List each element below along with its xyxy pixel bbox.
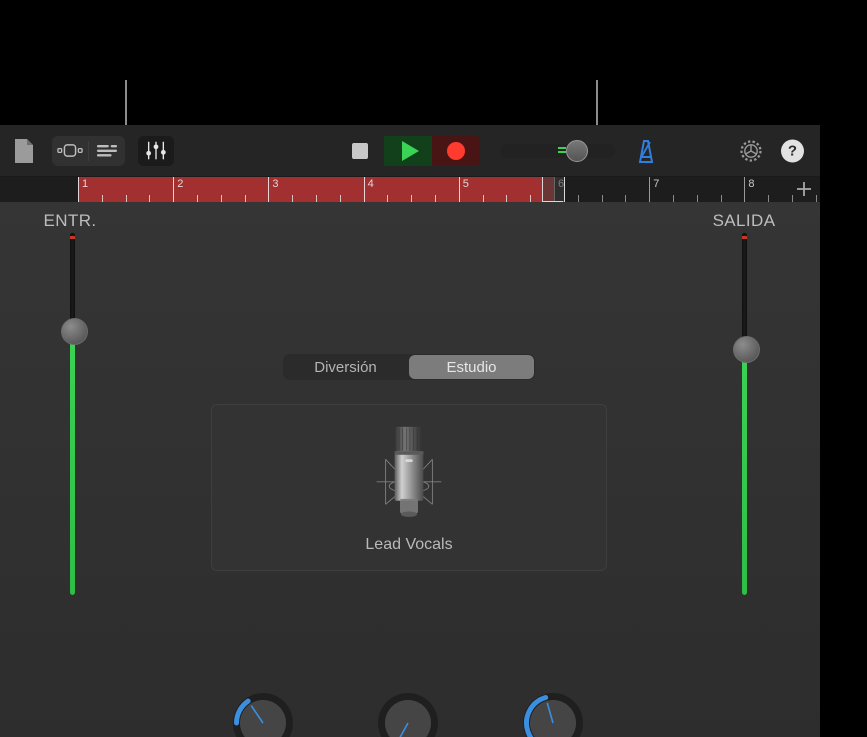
volume-slider-knob[interactable] xyxy=(566,140,588,162)
garageband-window: ? 12345678 ENTR. Mic. Canal xyxy=(0,125,820,737)
ruler-tick xyxy=(316,195,317,202)
timeline-ruler[interactable]: 12345678 xyxy=(0,177,820,202)
ruler-bar-number: 2 xyxy=(177,178,183,190)
ruler-tick xyxy=(625,195,626,202)
knob-compressor[interactable] xyxy=(522,692,584,737)
ruler-tick xyxy=(149,195,150,202)
ruler-barline xyxy=(744,177,745,202)
help-button[interactable]: ? xyxy=(781,139,804,162)
output-fader-track[interactable] xyxy=(742,233,747,595)
ruler-barline xyxy=(268,177,269,202)
knob-pitch-control[interactable] xyxy=(377,692,439,737)
ruler-tick xyxy=(816,195,817,202)
ruler-bar-number: 5 xyxy=(463,178,469,190)
input-fader-knob[interactable] xyxy=(61,318,88,345)
patch-panel[interactable]: Lead Vocals xyxy=(211,404,607,571)
ruler-tick xyxy=(197,195,198,202)
ruler-tick xyxy=(721,195,722,202)
mode-tab-estudio[interactable]: Estudio xyxy=(409,355,534,379)
knob-tone[interactable] xyxy=(232,692,294,737)
ruler-bar-number: 7 xyxy=(653,178,659,190)
ruler-tick xyxy=(697,195,698,202)
input-strip-title: ENTR. xyxy=(10,211,130,231)
mode-segmented-control: Diversión Estudio xyxy=(283,354,535,380)
gear-icon[interactable] xyxy=(738,138,764,164)
ruler-tick xyxy=(673,195,674,202)
record-icon xyxy=(447,142,465,160)
mode-tab-diversion[interactable]: Diversión xyxy=(283,354,408,380)
ruler-bar-number: 8 xyxy=(748,178,754,190)
record-button[interactable] xyxy=(432,136,480,166)
ruler-tick xyxy=(483,195,484,202)
output-strip-title: SALIDA xyxy=(684,211,804,231)
ruler-tick xyxy=(792,195,793,202)
ruler-tick xyxy=(221,195,222,202)
ruler-barline xyxy=(173,177,174,202)
ruler-tick xyxy=(102,195,103,202)
metronome-icon[interactable] xyxy=(630,137,658,165)
play-button[interactable] xyxy=(384,136,432,166)
transport-controls xyxy=(336,136,480,166)
volume-level-indicator xyxy=(558,147,566,155)
stop-button[interactable] xyxy=(336,136,384,166)
ruler-barline xyxy=(649,177,650,202)
ruler-barline xyxy=(78,177,79,202)
ruler-tick xyxy=(292,195,293,202)
patch-name: Lead Vocals xyxy=(212,536,606,554)
view-switcher xyxy=(52,136,125,166)
tracks-view-icon[interactable] xyxy=(52,136,88,166)
ruler-barline xyxy=(364,177,365,202)
ruler-tick xyxy=(411,195,412,202)
screenshot-root: ? 12345678 ENTR. Mic. Canal xyxy=(0,0,867,737)
ruler-tick xyxy=(578,195,579,202)
condenser-microphone-icon xyxy=(355,421,463,539)
input-fader-track[interactable] xyxy=(70,233,75,595)
input-peak-indicator xyxy=(70,236,75,239)
ruler-tick xyxy=(126,195,127,202)
output-fader-knob[interactable] xyxy=(733,336,760,363)
ruler-bar-number: 1 xyxy=(82,178,88,190)
toolbar: ? xyxy=(0,125,820,177)
ruler-tick xyxy=(602,195,603,202)
ruler-tick xyxy=(435,195,436,202)
smart-controls-panel: ENTR. Mic. Canal SALIDA No Monitor xyxy=(0,202,820,737)
document-icon[interactable] xyxy=(12,138,36,164)
play-icon xyxy=(402,141,419,161)
ruler-tick xyxy=(387,195,388,202)
ruler-bar-number: 4 xyxy=(368,178,374,190)
ruler-tick xyxy=(530,195,531,202)
ruler-tick xyxy=(340,195,341,202)
add-track-icon[interactable] xyxy=(796,181,812,197)
output-peak-indicator xyxy=(742,236,747,239)
ruler-bar-number: 3 xyxy=(272,178,278,190)
help-label: ? xyxy=(788,142,797,159)
input-level-meter xyxy=(70,331,75,595)
output-level-meter xyxy=(742,349,747,595)
master-volume-slider[interactable] xyxy=(500,144,615,158)
ruler-tick xyxy=(768,195,769,202)
playhead[interactable] xyxy=(542,177,565,202)
list-view-icon[interactable] xyxy=(89,136,125,166)
stop-icon xyxy=(352,143,368,159)
mixer-sliders-icon[interactable] xyxy=(138,136,174,166)
ruler-tick xyxy=(506,195,507,202)
ruler-barline xyxy=(459,177,460,202)
ruler-tick xyxy=(245,195,246,202)
